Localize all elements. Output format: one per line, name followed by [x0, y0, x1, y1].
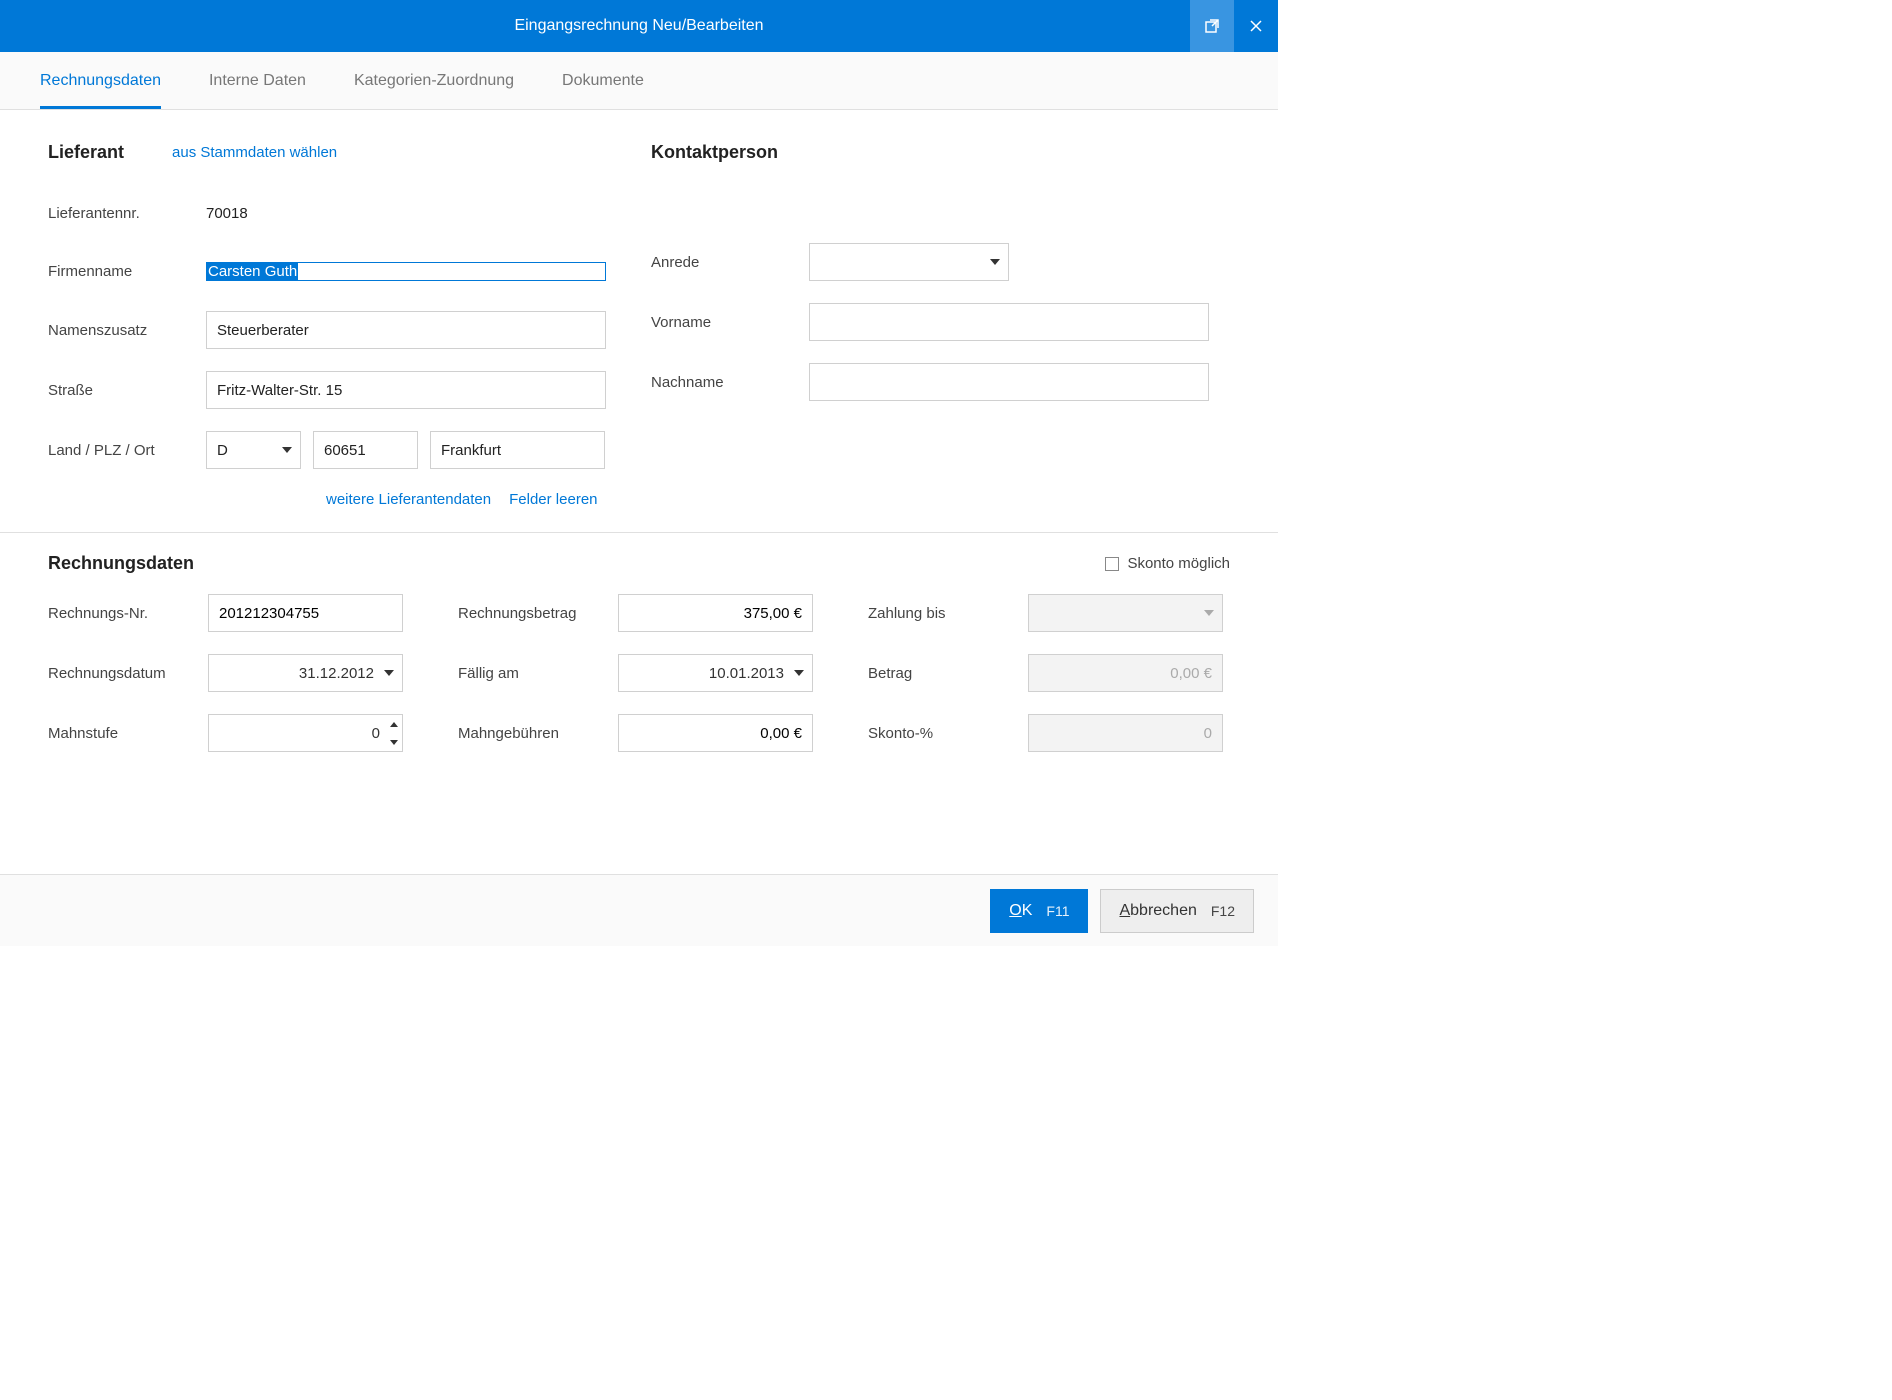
skonto-moeglich-checkbox[interactable]: Skonto möglich	[1105, 555, 1230, 572]
namenszusatz-input[interactable]	[206, 311, 606, 349]
weitere-lieferantendaten-link[interactable]: weitere Lieferantendaten	[326, 491, 491, 508]
anrede-label: Anrede	[651, 254, 809, 271]
ort-input[interactable]	[430, 431, 605, 469]
kontaktperson-heading: Kontaktperson	[651, 142, 778, 163]
chevron-down-icon	[990, 259, 1000, 265]
nachname-label: Nachname	[651, 374, 809, 391]
mahnstufe-down-button[interactable]	[386, 733, 402, 751]
mahnstufe-stepper[interactable]: 0	[208, 714, 403, 752]
skonto-betrag-label: Betrag	[868, 665, 1028, 682]
land-plz-ort-label: Land / PLZ / Ort	[48, 442, 206, 459]
skonto-moeglich-label: Skonto möglich	[1127, 555, 1230, 572]
skonto-betrag-input	[1028, 654, 1223, 692]
chevron-down-icon	[384, 670, 394, 676]
vorname-label: Vorname	[651, 314, 809, 331]
zahlung-bis-select	[1028, 594, 1223, 632]
chevron-down-icon	[282, 447, 292, 453]
lieferantennr-value: 70018	[206, 205, 248, 222]
caret-up-icon	[390, 722, 398, 727]
lieferantennr-label: Lieferantennr.	[48, 205, 206, 222]
tab-kategorien-zuordnung[interactable]: Kategorien-Zuordnung	[354, 52, 514, 109]
rechnungsdatum-value: 31.12.2012	[219, 665, 384, 682]
vorname-input[interactable]	[809, 303, 1209, 341]
popout-button[interactable]	[1190, 0, 1234, 52]
caret-down-icon	[390, 740, 398, 745]
rechnungsnr-input[interactable]	[208, 594, 403, 632]
lieferant-section: Lieferant aus Stammdaten wählen Lieferan…	[48, 142, 627, 508]
strasse-input[interactable]	[206, 371, 606, 409]
tab-interne-daten[interactable]: Interne Daten	[209, 52, 306, 109]
faellig-am-field[interactable]: 10.01.2013	[618, 654, 813, 692]
tab-dokumente[interactable]: Dokumente	[562, 52, 644, 109]
dialog-footer: OK F11 Abbrechen F12	[0, 874, 1278, 946]
checkbox-icon	[1105, 557, 1119, 571]
rechnungsbetrag-label: Rechnungsbetrag	[458, 605, 618, 622]
close-button[interactable]	[1234, 0, 1278, 52]
faellig-am-label: Fällig am	[458, 665, 618, 682]
firmenname-label: Firmenname	[48, 263, 206, 280]
skonto-prozent-input	[1028, 714, 1223, 752]
mahnstufe-label: Mahnstufe	[48, 725, 208, 742]
rechnungsdatum-label: Rechnungsdatum	[48, 665, 208, 682]
firmenname-input[interactable]: Carsten Guth	[206, 262, 606, 281]
chevron-down-icon	[794, 670, 804, 676]
namenszusatz-label: Namenszusatz	[48, 322, 206, 339]
rechnungsbetrag-input[interactable]	[618, 594, 813, 632]
land-select[interactable]: D	[206, 431, 301, 469]
faellig-am-value: 10.01.2013	[629, 665, 794, 682]
window-title: Eingangsrechnung Neu/Bearbeiten	[514, 17, 763, 35]
zahlung-bis-label: Zahlung bis	[868, 605, 1028, 622]
stammdaten-link[interactable]: aus Stammdaten wählen	[172, 144, 337, 161]
ok-fkey: F11	[1046, 903, 1069, 919]
mahnstufe-up-button[interactable]	[386, 715, 402, 733]
close-icon	[1249, 19, 1263, 33]
rechnungsdatum-field[interactable]: 31.12.2012	[208, 654, 403, 692]
rechnungsnr-label: Rechnungs-Nr.	[48, 605, 208, 622]
plz-input[interactable]	[313, 431, 418, 469]
mahnstufe-value: 0	[209, 725, 386, 742]
anrede-select[interactable]	[809, 243, 1009, 281]
kontaktperson-section: Kontaktperson Anrede Vorname Nachname	[651, 142, 1230, 508]
titlebar: Eingangsrechnung Neu/Bearbeiten	[0, 0, 1278, 52]
cancel-button[interactable]: Abbrechen F12	[1100, 889, 1254, 933]
nachname-input[interactable]	[809, 363, 1209, 401]
skonto-prozent-label: Skonto-%	[868, 725, 1028, 742]
strasse-label: Straße	[48, 382, 206, 399]
chevron-down-icon	[1204, 610, 1214, 616]
firmenname-value: Carsten Guth	[207, 263, 298, 280]
popout-icon	[1204, 18, 1220, 34]
mahngebuehren-label: Mahngebühren	[458, 725, 618, 742]
tab-rechnungsdaten[interactable]: Rechnungsdaten	[40, 52, 161, 109]
rechnungsdaten-heading: Rechnungsdaten	[48, 553, 194, 574]
land-value: D	[217, 442, 228, 459]
lieferant-heading: Lieferant	[48, 142, 124, 163]
felder-leeren-link[interactable]: Felder leeren	[509, 491, 597, 508]
ok-button[interactable]: OK F11	[990, 889, 1088, 933]
mahngebuehren-input[interactable]	[618, 714, 813, 752]
tab-bar: Rechnungsdaten Interne Daten Kategorien-…	[0, 52, 1278, 110]
cancel-fkey: F12	[1211, 903, 1235, 919]
